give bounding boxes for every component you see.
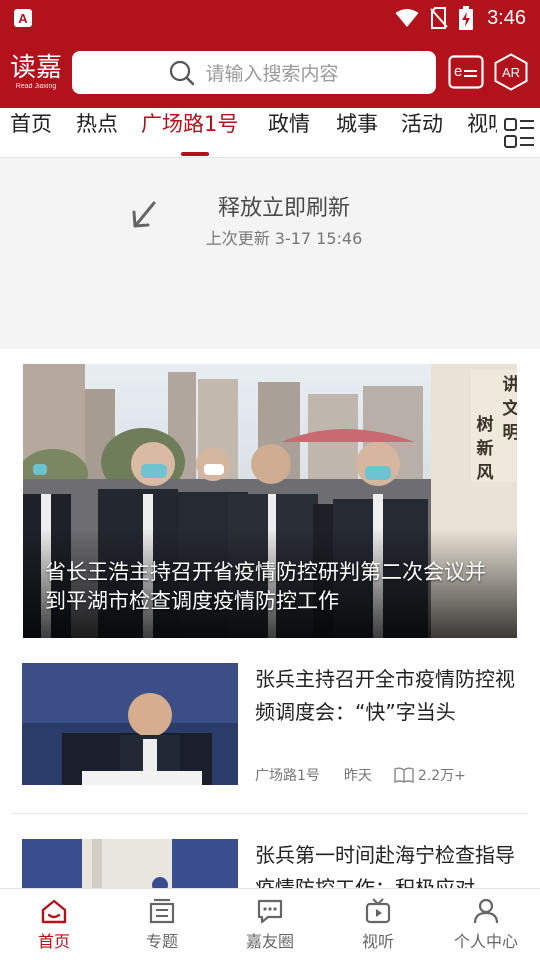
user-icon	[473, 898, 499, 923]
nav-community[interactable]: 嘉友圈	[216, 889, 324, 960]
article-title: 张兵主持召开全市疫情防控视频调度会：“快”字当头	[255, 667, 515, 724]
logo-subtext: Read Jiaxing	[15, 82, 57, 90]
search-icon	[170, 60, 195, 85]
battery-charging-icon	[459, 6, 474, 30]
featured-title: 省长王浩主持召开省疫情防控研判第二次会议并到平湖市检查调度疫情防控工作	[45, 560, 486, 613]
article-views: 2.2万+	[417, 768, 466, 784]
article-title: 张兵第一时间赴海宁检查指导疫情防控工作：积极应对	[255, 843, 515, 888]
article-item[interactable]: 张兵主持召开全市疫情防控视频调度会：“快”字当头 广场路1号 昨天 2.2万+	[0, 663, 540, 813]
refresh-last-update: 上次更新 3-17 15:46	[205, 229, 363, 248]
clock: 3:46	[487, 6, 526, 29]
article-time: 昨天	[343, 768, 372, 784]
ar-hexagon-icon: AR	[494, 53, 528, 91]
nav-label: 个人中心	[453, 931, 518, 951]
home-icon	[41, 899, 67, 923]
search-placeholder: 请输入搜索内容	[205, 63, 339, 85]
epaper-icon: e	[448, 55, 484, 89]
grid-menu-icon	[503, 117, 534, 148]
nav-topics[interactable]: 专题	[108, 889, 216, 960]
nav-label: 首页	[37, 931, 70, 951]
tab-home[interactable]: 首页	[10, 108, 52, 156]
active-tab-indicator	[181, 152, 209, 156]
tv-icon	[365, 897, 391, 923]
topic-icon	[149, 898, 175, 923]
article-thumbnail	[22, 839, 238, 888]
nav-profile[interactable]: 个人中心	[432, 889, 540, 960]
article-thumbnail	[22, 663, 238, 785]
nav-label: 专题	[145, 931, 178, 951]
tab-hot[interactable]: 热点	[76, 108, 118, 156]
nav-label: 视听	[361, 931, 394, 951]
tab-politics[interactable]: 政情	[268, 108, 310, 156]
svg-text:e: e	[454, 63, 462, 80]
article-meta: 广场路1号 昨天 2.2万+	[255, 765, 466, 785]
read-count-icon	[394, 767, 414, 783]
app-root: A 3:46 读嘉 Read Jiaxing 请输入搜索内容 e AR 首页 热…	[0, 0, 540, 960]
nav-video[interactable]: 视听	[324, 889, 432, 960]
featured-article[interactable]: 讲文明树新风 省长王浩主持召开省疫情防控研判第二次会议并到平湖市检查调度疫情防控…	[23, 364, 517, 638]
app-logo[interactable]: 读嘉 Read Jiaxing	[0, 36, 72, 108]
tab-guangchanglu[interactable]: 广场路1号	[141, 108, 238, 156]
svg-text:AR: AR	[502, 65, 520, 80]
logo-text: 读嘉	[9, 52, 62, 83]
status-bar: A 3:46	[0, 0, 540, 36]
nav-label: 嘉友圈	[245, 931, 294, 951]
ar-button[interactable]: AR	[493, 53, 529, 91]
channel-tabs: 首页 热点 广场路1号 政情 城事 活动 视听	[0, 108, 540, 158]
article-source: 广场路1号	[255, 768, 320, 784]
no-sim-icon	[430, 7, 448, 29]
chat-icon	[257, 899, 283, 923]
tab-city[interactable]: 城事	[336, 108, 378, 156]
wifi-icon	[395, 9, 419, 27]
nav-home[interactable]: 首页	[0, 889, 108, 960]
refresh-title: 释放立即刷新	[217, 196, 350, 221]
channel-menu-button[interactable]	[497, 108, 540, 157]
status-icons: 3:46	[395, 6, 526, 30]
app-notification-icon: A	[14, 9, 32, 27]
app-header: 读嘉 Read Jiaxing 请输入搜索内容 e AR	[0, 36, 540, 108]
bottom-navigation: 首页 专题 嘉友圈 视听 个人中心	[0, 888, 540, 960]
search-bar[interactable]: 请输入搜索内容	[72, 51, 436, 94]
tab-activity[interactable]: 活动	[401, 108, 443, 156]
pull-to-refresh	[0, 158, 540, 349]
epaper-button[interactable]: e	[448, 54, 484, 90]
article-item[interactable]: 张兵第一时间赴海宁检查指导疫情防控工作：积极应对	[0, 839, 540, 888]
list-divider	[12, 813, 528, 814]
